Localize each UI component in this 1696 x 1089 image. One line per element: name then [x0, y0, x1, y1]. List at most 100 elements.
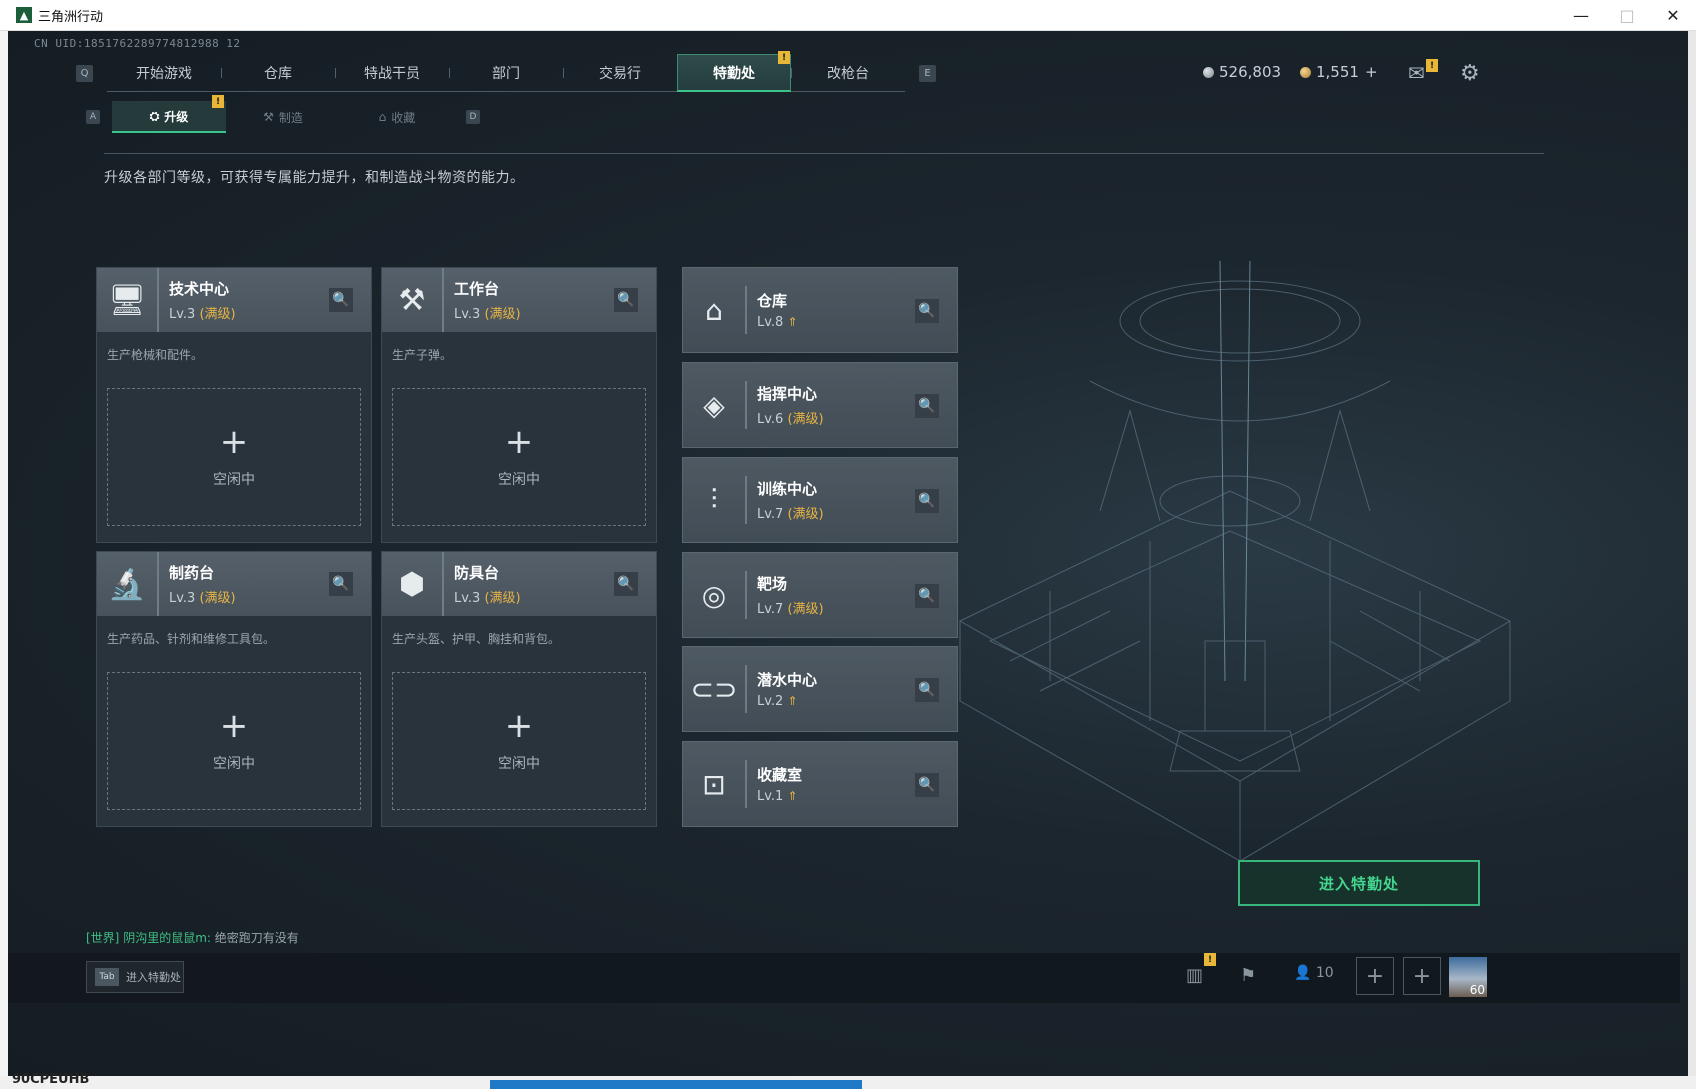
dept-level: Lv.3 (满级) [454, 307, 521, 322]
subtab-craft[interactable]: ⚒ 制造 [226, 101, 340, 133]
base-blueprint-illustration [958, 261, 1512, 862]
desktop-background-strip [0, 31, 8, 1089]
dept-card-header: 🖥 技术中心 Lv.3 (满级) 🔍 [97, 268, 371, 332]
tab-special-services[interactable]: 特勤处 ! [677, 51, 791, 92]
subtab-collection[interactable]: ⌂ 收藏 [340, 101, 454, 133]
maximize-button[interactable]: □ [1604, 0, 1650, 31]
inspect-button[interactable]: 🔍 [915, 678, 939, 702]
card-separator [745, 571, 747, 619]
dept-card-pharmacy[interactable]: 🔬 制药台 Lv.3 (满级) 🔍 生产药品、针剂和维修工具包。 + 空闲中 [96, 551, 372, 827]
plus-icon: + [219, 706, 249, 746]
tab-shortcut-hint[interactable]: Tab 进入特勤处 [86, 961, 184, 993]
dept-name: 收藏室 [757, 766, 803, 784]
dept-card-shooting-range[interactable]: ◎ 靶场 Lv.7 (满级) 🔍 [682, 552, 958, 638]
upgradable-icon: ⇑ [787, 315, 798, 329]
monitor-icon: 🖥 [97, 268, 159, 332]
friends-count: 10 [1315, 965, 1334, 981]
dept-card-training-center[interactable]: ⫶ 训练中心 Lv.7 (满级) 🔍 [682, 457, 958, 543]
dept-card-warehouse[interactable]: ⌂ 仓库 Lv.8 ⇑ 🔍 [682, 267, 958, 353]
upgrade-badge: ! [212, 95, 224, 108]
subtab-upgrade[interactable]: ⛭ 升级 ! [112, 95, 226, 133]
sub-nav: A ⛭ 升级 ! ⚒ 制造 ⌂ 收藏 D [86, 95, 480, 133]
app-icon: ▲ [16, 7, 32, 23]
plus-icon: + [219, 422, 249, 462]
taskbar-active-app[interactable] [490, 1080, 862, 1089]
mail-icon[interactable]: ✉ ! [1408, 59, 1438, 85]
dept-level: Lv.1 ⇑ [757, 789, 798, 804]
gold-add-button[interactable]: + [1365, 63, 1378, 81]
tab-warehouse[interactable]: 仓库 [221, 54, 335, 92]
stats-badge: ! [1204, 953, 1216, 966]
tab-start-game[interactable]: 开始游戏 [107, 54, 221, 92]
inspect-button[interactable]: 🔍 [614, 288, 638, 312]
card-separator [745, 286, 747, 334]
dumbbell-icon: ⫶ [710, 483, 718, 516]
chat-user: 阴沟里的鼠鼠m: [123, 931, 211, 945]
dept-card-collection-room[interactable]: ⊡ 收藏室 Lv.1 ⇑ 🔍 [682, 741, 958, 827]
dept-card-workbench[interactable]: ⚒ 工作台 Lv.3 (满级) 🔍 生产子弹。 + 空闲中 [381, 267, 657, 543]
silver-currency: 526,803 [1203, 63, 1281, 81]
nav-next-key-hint[interactable]: E [919, 64, 936, 82]
inspect-button[interactable]: 🔍 [915, 394, 939, 418]
dept-name: 靶场 [757, 575, 788, 593]
production-slot[interactable]: + 空闲中 [392, 672, 646, 810]
invite-slot-button[interactable]: + [1403, 957, 1441, 995]
stats-icon[interactable]: ▥ ! [1186, 953, 1216, 986]
gear-icon[interactable]: ⚙ [1460, 61, 1480, 86]
tab-trading[interactable]: 交易行 [563, 54, 677, 92]
tab-shortcut-label: 进入特勤处 [126, 971, 181, 984]
inspect-button[interactable]: 🔍 [915, 773, 939, 797]
inspect-button[interactable]: 🔍 [915, 584, 939, 608]
nav-prev-key-hint[interactable]: Q [76, 64, 93, 82]
dept-name: 工作台 [454, 280, 500, 298]
production-slot[interactable]: + 空闲中 [392, 388, 646, 526]
enter-special-services-button[interactable]: 进入特勤处 [1238, 860, 1480, 906]
chat-channel: [世界] [86, 931, 120, 945]
gold-currency[interactable]: 1,551 + [1300, 63, 1378, 81]
minimize-button[interactable]: — [1558, 0, 1604, 31]
dept-level: Lv.7 (满级) [757, 507, 824, 522]
friends-button[interactable]: 👤 10 [1294, 965, 1334, 981]
fps-counter: 60 [1469, 983, 1485, 997]
avatar[interactable]: 60 [1449, 957, 1487, 997]
window-controls: — □ ✕ [1558, 0, 1696, 31]
inspect-button[interactable]: 🔍 [915, 299, 939, 323]
flag-icon[interactable]: ⚑ [1240, 965, 1256, 986]
tab-gunsmith[interactable]: 改枪台 [791, 54, 905, 92]
tab-department[interactable]: 部门 [449, 54, 563, 92]
dept-card-tech-center[interactable]: 🖥 技术中心 Lv.3 (满级) 🔍 生产枪械和配件。 + 空闲中 [96, 267, 372, 543]
slot-status: 空闲中 [213, 472, 255, 488]
chat-line[interactable]: [世界] 阴沟里的鼠鼠m: 绝密跑刀有没有 [86, 929, 299, 946]
tab-key: Tab [95, 968, 119, 986]
inspect-button[interactable]: 🔍 [329, 572, 353, 596]
craft-icon: ⚒ [263, 110, 274, 124]
inspect-button[interactable]: 🔍 [329, 288, 353, 312]
silver-amount: 526,803 [1219, 63, 1282, 81]
inspect-button[interactable]: 🔍 [614, 572, 638, 596]
card-separator [745, 381, 747, 429]
subnav-prev-key-hint[interactable]: A [86, 110, 100, 124]
close-button[interactable]: ✕ [1650, 0, 1696, 31]
tab-operators[interactable]: 特战干员 [335, 54, 449, 92]
tools-icon: ⚒ [382, 268, 444, 332]
production-slot[interactable]: + 空闲中 [107, 672, 361, 810]
subnav-next-key-hint[interactable]: D [466, 110, 480, 124]
upgradable-icon: ⇑ [787, 694, 798, 708]
dept-card-diving-center[interactable]: ⊂⊃ 潜水中心 Lv.2 ⇑ 🔍 [682, 646, 958, 732]
dept-card-armor-bench[interactable]: ⬢ 防具台 Lv.3 (满级) 🔍 生产头盔、护甲、胸挂和背包。 + 空闲中 [381, 551, 657, 827]
taskbar-text: 90CPEUHB [12, 1072, 90, 1087]
dept-name: 潜水中心 [757, 671, 818, 689]
upgrade-icon: ⛭ [149, 108, 160, 123]
player-uid: CN UID:1851762289774812988 12 [34, 37, 241, 50]
dept-level: Lv.2 ⇑ [757, 694, 798, 709]
inspect-button[interactable]: 🔍 [915, 489, 939, 513]
trophy-case-icon: ⊡ [702, 767, 726, 801]
invite-slot-button[interactable]: + [1356, 957, 1394, 995]
production-slot[interactable]: + 空闲中 [107, 388, 361, 526]
dept-card-command-center[interactable]: ◈ 指挥中心 Lv.6 (满级) 🔍 [682, 362, 958, 448]
upgradable-icon: ⇑ [787, 789, 798, 803]
dept-description: 生产头盔、护甲、胸挂和背包。 [392, 632, 561, 646]
game-viewport: CN UID:1851762289774812988 12 Q 开始游戏 仓库 … [8, 31, 1688, 1076]
dept-level: Lv.8 ⇑ [757, 315, 798, 330]
dept-name: 训练中心 [757, 480, 818, 498]
